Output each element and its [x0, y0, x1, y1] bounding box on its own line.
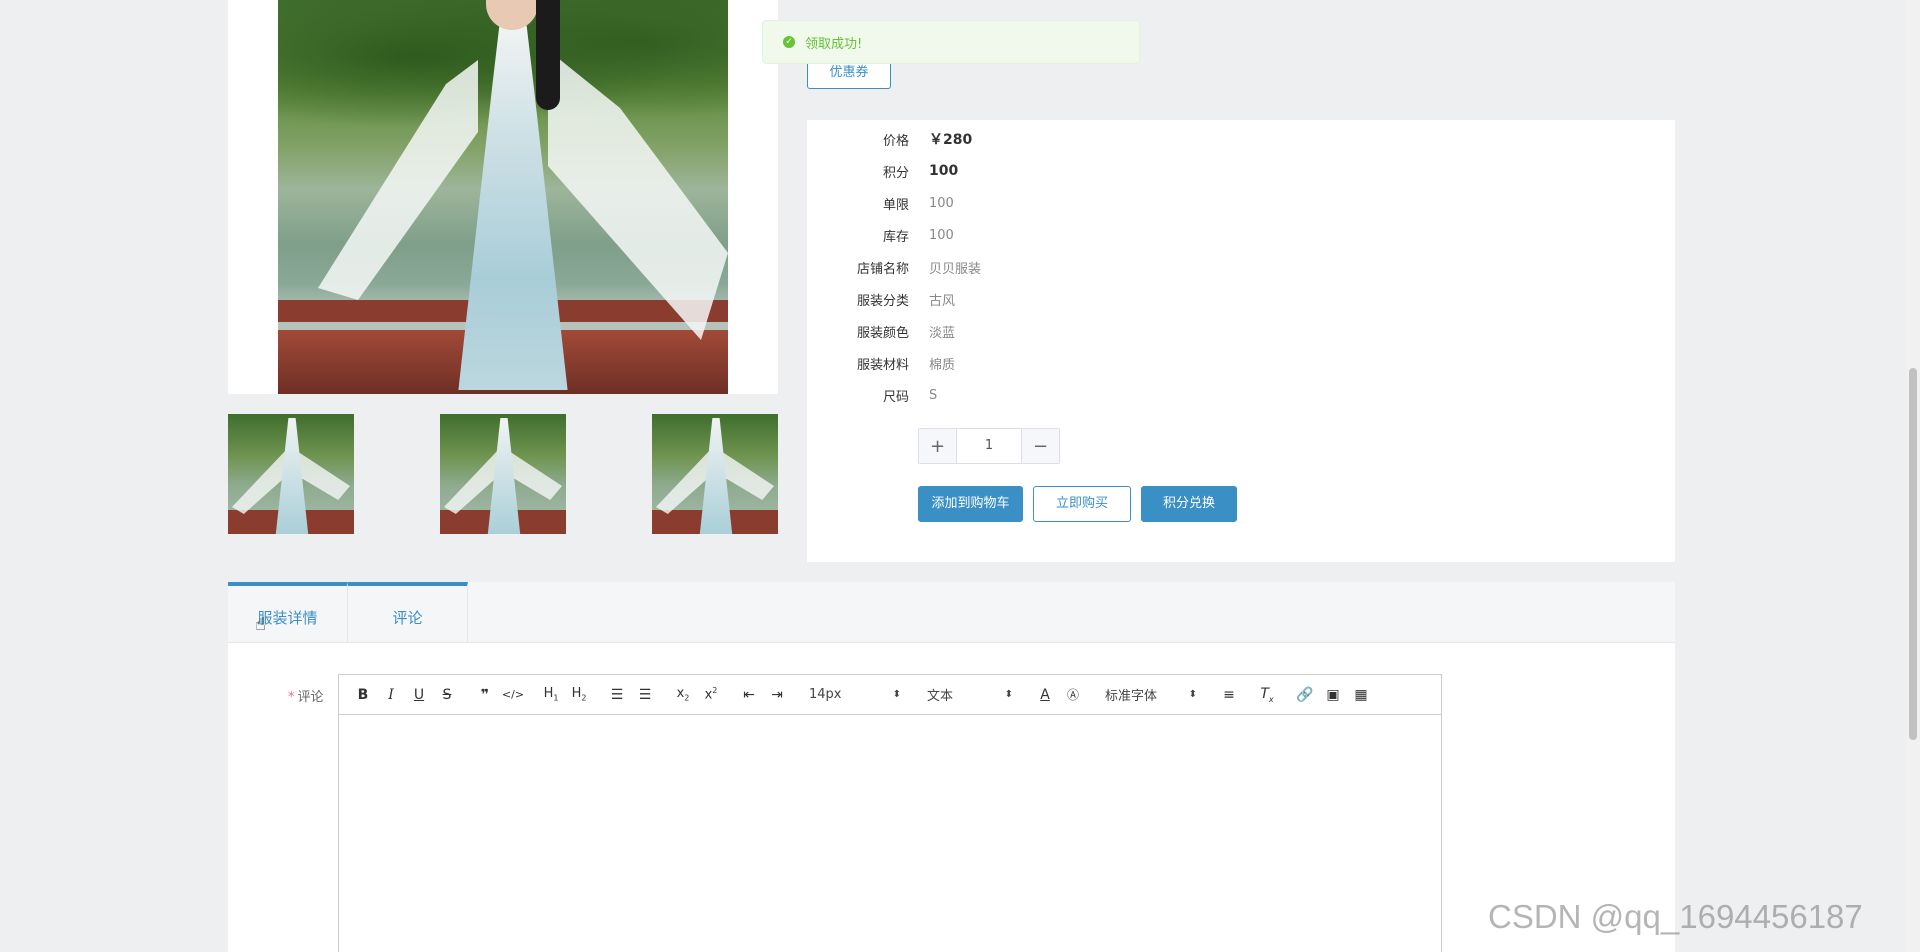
field-color: 服装颜色 淡蓝: [807, 321, 955, 341]
field-value: 贝贝服装: [929, 261, 982, 277]
field-value: S: [929, 387, 938, 403]
field-value: 棉质: [929, 357, 956, 373]
align-icon[interactable]: ≡: [1215, 687, 1243, 703]
select-arrows-icon: ⬍: [892, 689, 901, 700]
detail-tab-panel: 服装详情 评论 ☝ * 评论 B I U S ❞ </> H1 H2 ☰ ☰ x2…: [228, 582, 1675, 952]
main-product-image: [228, 0, 778, 394]
scrollbar-thumb[interactable]: [1909, 368, 1917, 740]
field-price: 价格 ￥280: [807, 129, 972, 149]
field-value: 100: [929, 195, 954, 211]
outdent-icon[interactable]: ⇤: [735, 687, 763, 703]
field-category: 服装分类 古风: [807, 289, 955, 309]
background-color-icon[interactable]: Ⓐ: [1059, 686, 1087, 703]
product-info-card: 价格 ￥280 积分 100 单限 100 库存 100 店铺名称 贝贝服装 服…: [807, 120, 1675, 562]
strike-icon[interactable]: S: [433, 687, 461, 703]
add-to-cart-button[interactable]: 添加到购物车: [918, 486, 1023, 522]
editor-content-area[interactable]: [339, 715, 1441, 952]
tab-details[interactable]: 服装详情: [228, 582, 348, 643]
underline-icon[interactable]: U: [405, 687, 433, 703]
superscript-icon[interactable]: x2: [697, 686, 725, 702]
field-value: 淡蓝: [929, 325, 956, 341]
tab-bar: 服装详情 评论 ☝: [228, 582, 1675, 643]
field-points: 积分 100: [807, 161, 958, 181]
text-color-icon[interactable]: A: [1031, 687, 1059, 703]
page-scrollbar[interactable]: [1906, 0, 1920, 952]
success-check-icon: ✓: [783, 36, 795, 48]
field-label: 服装分类: [856, 293, 909, 309]
ordered-list-icon[interactable]: ☰: [603, 687, 631, 703]
field-value: 古风: [929, 293, 956, 309]
field-size: 尺码 S: [807, 385, 937, 405]
hand-cursor-icon: ☝: [255, 614, 266, 635]
bold-icon[interactable]: B: [349, 687, 377, 703]
bullet-list-icon[interactable]: ☰: [631, 687, 659, 703]
video-icon[interactable]: ▦: [1347, 687, 1375, 703]
redeem-points-button[interactable]: 积分兑换: [1141, 486, 1237, 522]
watermark: CSDN @qq_1694456187: [1488, 898, 1863, 935]
field-label: 积分: [882, 165, 909, 181]
font-size-value: 14px: [809, 687, 842, 702]
font-size-select[interactable]: 14px ⬍: [801, 687, 909, 702]
field-label: 库存: [882, 229, 909, 245]
field-label: 单限: [882, 197, 909, 213]
field-label: 服装材料: [856, 357, 909, 373]
editor-toolbar: B I U S ❞ </> H1 H2 ☰ ☰ x2 x2 ⇤ ⇥ 14px ⬍…: [339, 675, 1441, 715]
thumbnail-3[interactable]: [652, 414, 778, 534]
comment-label: * 评论: [288, 686, 324, 705]
toast-message: 领取成功!: [805, 36, 863, 52]
header-select[interactable]: 文本 ⬍: [919, 685, 1021, 704]
thumbnail-strip: [228, 414, 778, 534]
field-label: 服装颜色: [856, 325, 909, 341]
comment-label-text: 评论: [297, 690, 324, 705]
font-family-value: 标准字体: [1105, 689, 1158, 704]
header2-icon[interactable]: H2: [565, 686, 593, 703]
field-material: 服装材料 棉质: [807, 353, 955, 373]
required-mark: *: [288, 690, 295, 705]
clear-format-icon[interactable]: Tx: [1253, 686, 1281, 704]
italic-icon[interactable]: I: [377, 687, 405, 703]
buy-now-button[interactable]: 立即购买: [1033, 486, 1131, 522]
increase-icon[interactable]: +: [919, 429, 957, 463]
action-buttons: 添加到购物车 立即购买 积分兑换: [918, 486, 1237, 522]
quantity-stepper: + 1 −: [918, 428, 1060, 464]
success-toast: ✓ 领取成功!: [762, 20, 1140, 64]
thumbnail-2[interactable]: [440, 414, 566, 534]
product-photo: [278, 0, 728, 394]
header-value: 文本: [927, 689, 954, 704]
select-arrows-icon: ⬍: [1004, 689, 1013, 700]
field-shop-name: 店铺名称 贝贝服装: [807, 257, 981, 277]
field-limit: 单限 100: [807, 193, 954, 213]
subscript-icon[interactable]: x2: [669, 686, 697, 703]
header1-icon[interactable]: H1: [537, 686, 565, 703]
field-label: 价格: [882, 133, 909, 149]
tab-comments[interactable]: 评论: [348, 582, 468, 643]
rich-text-editor[interactable]: B I U S ❞ </> H1 H2 ☰ ☰ x2 x2 ⇤ ⇥ 14px ⬍…: [338, 674, 1442, 952]
decrease-icon[interactable]: −: [1021, 429, 1059, 463]
field-value: ￥280: [929, 132, 973, 148]
link-icon[interactable]: 🔗: [1291, 687, 1319, 703]
field-label: 尺码: [882, 389, 909, 405]
image-icon[interactable]: ▣: [1319, 687, 1347, 703]
field-value: 100: [929, 227, 954, 243]
field-value: 100: [929, 163, 959, 179]
code-block-icon[interactable]: </>: [499, 688, 527, 701]
blockquote-icon[interactable]: ❞: [471, 687, 499, 703]
thumbnail-1[interactable]: [228, 414, 354, 534]
font-family-select[interactable]: 标准字体 ⬍: [1097, 685, 1205, 704]
quantity-input[interactable]: 1: [957, 429, 1021, 463]
field-stock: 库存 100: [807, 225, 954, 245]
select-arrows-icon: ⬍: [1188, 689, 1197, 700]
indent-icon[interactable]: ⇥: [763, 687, 791, 703]
field-label: 店铺名称: [856, 261, 909, 277]
